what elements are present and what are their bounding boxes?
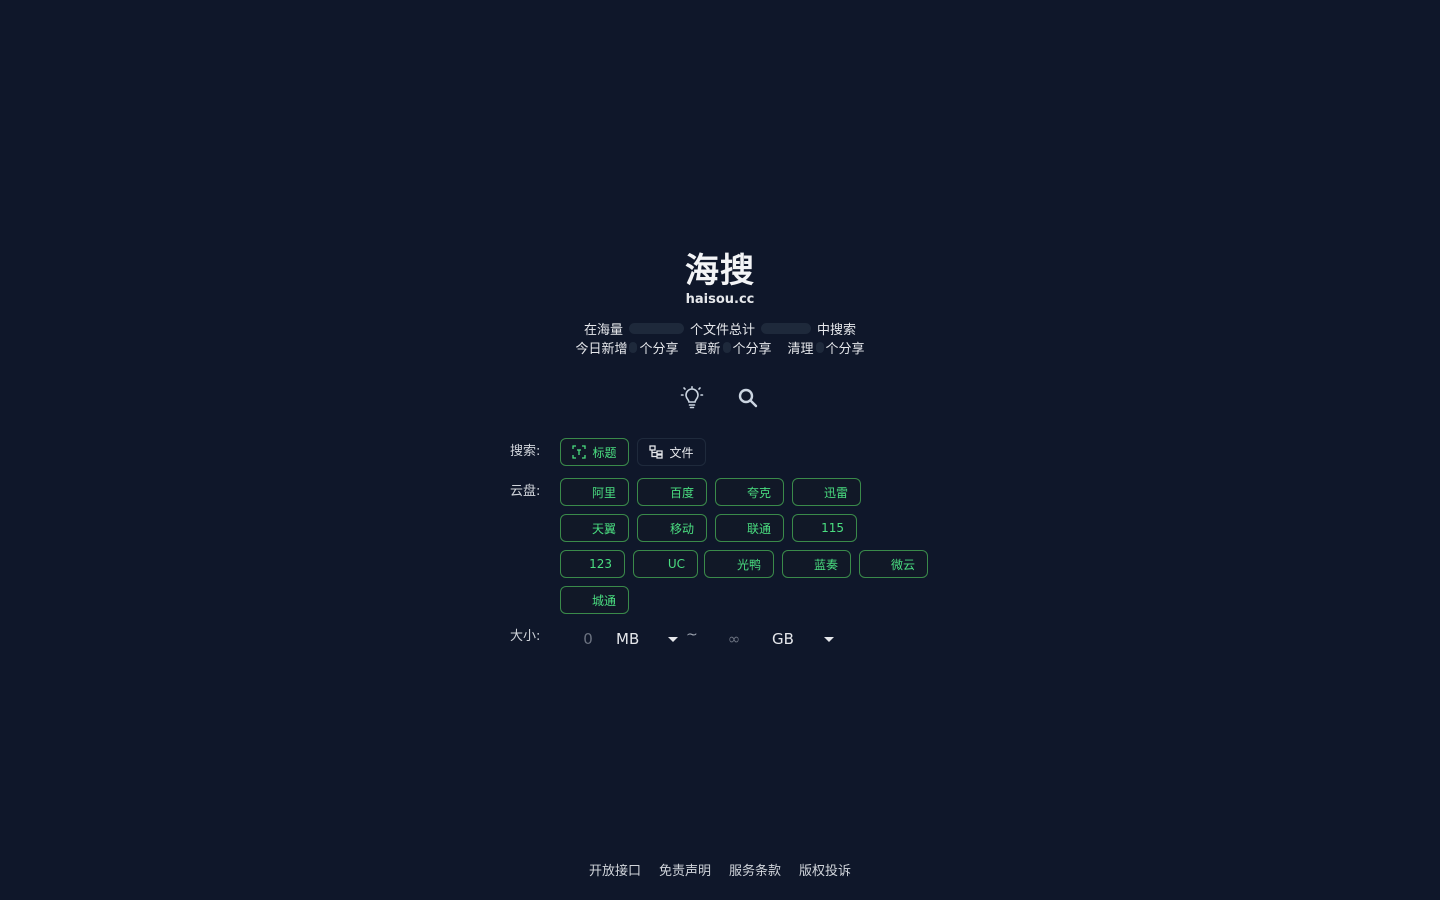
size-min-input[interactable]: 0 [560,630,616,648]
chevron-down-icon [668,636,678,642]
mode-file-button[interactable]: 文件 [637,438,706,466]
action-icons [0,386,1440,410]
stats-update-placeholder [722,342,731,353]
scan-title-icon [572,445,587,459]
stats-update-unit: 个分享 [732,342,772,357]
size-max-input[interactable]: ∞ [720,630,748,648]
page: 海搜 haisou.cc 在海量 个文件总计 中搜索 今日新增 个分享 更新 个… [0,0,1440,900]
size-max-unit-select[interactable]: GB [772,630,842,648]
cloud-label: 云盘: [510,484,541,499]
stats-clean-unit: 个分享 [825,342,865,357]
cloud-chip-lanzou[interactable]: 蓝奏 [782,550,851,578]
cloud-chip-115[interactable]: 115 [792,514,857,542]
cloud-chip-guangya[interactable]: 光鸭 [704,550,774,578]
cloud-chip-123[interactable]: 123 [560,550,625,578]
mode-file-label: 文件 [669,445,694,460]
size-min-unit-label: MB [616,630,640,648]
cloud-chip-xunlei[interactable]: 迅雷 [792,478,861,506]
mode-title-label: 标题 [592,445,617,460]
stats-size-placeholder [761,323,811,334]
footer-link-terms[interactable]: 服务条款 [729,860,781,879]
stats-today-placeholder [629,342,638,353]
cloud-chip-liantong[interactable]: 联通 [715,514,784,542]
site-title: 海搜 [685,251,755,291]
cloud-chip-group: 阿里 百度 夸克 迅雷 天翼 移动 联通 115 123 UC 光鸭 蓝奏 微云… [560,478,940,622]
mode-title-button[interactable]: 标题 [560,438,629,466]
stats-today-unit: 个分享 [639,342,679,357]
lightbulb-icon[interactable] [680,386,704,410]
footer-link-copyright[interactable]: 版权投诉 [799,860,851,879]
cloud-chip-yidong[interactable]: 移动 [637,514,707,542]
size-separator: ~ [686,627,698,643]
stats-middle: 个文件总计 [689,323,755,338]
size-label: 大小: [510,629,541,644]
stats-clean-placeholder [815,342,824,353]
chevron-down-icon [824,636,834,642]
footer: 开放接口 免责声明 服务条款 版权投诉 [0,860,1440,879]
filter-panel: 搜索: 标题 文件 云盘: 阿里 百度 夸克 迅雷 天翼 移动 联通 115 1… [510,438,950,648]
size-min-unit-select[interactable]: MB [616,630,686,648]
size-max-unit-label: GB [772,630,794,648]
size-controls: 0 MB ~ ∞ GB [560,627,842,648]
search-mode-row: 搜索: 标题 文件 [510,438,950,474]
size-row: 大小: 0 MB ~ ∞ GB [510,627,950,648]
stats-suffix: 中搜索 [817,323,857,338]
cloud-chip-weiyun[interactable]: 微云 [859,550,928,578]
search-mode-label: 搜索: [510,444,541,459]
search-icon[interactable] [736,386,760,410]
cloud-chip-aliyun[interactable]: 阿里 [560,478,629,506]
cloud-chip-baidu[interactable]: 百度 [637,478,707,506]
site-domain: haisou.cc [685,292,755,307]
file-tree-icon [649,445,664,459]
footer-link-disclaimer[interactable]: 免责声明 [659,860,711,879]
stats-line-total: 在海量 个文件总计 中搜索 [0,319,1440,338]
stats-panel: 在海量 个文件总计 中搜索 今日新增 个分享 更新 个分享 清理 个分享 [0,319,1440,357]
cloud-chip-chengtong[interactable]: 城通 [560,586,629,614]
stats-clean-label: 清理 [787,342,814,357]
cloud-chip-tianyi[interactable]: 天翼 [560,514,629,542]
stats-line-daily: 今日新增 个分享 更新 个分享 清理 个分享 [0,338,1440,357]
stats-count-placeholder [628,323,684,334]
cloud-row: 云盘: 阿里 百度 夸克 迅雷 天翼 移动 联通 115 123 UC 光鸭 蓝… [510,478,950,622]
cloud-chip-uc[interactable]: UC [633,550,698,578]
footer-link-api[interactable]: 开放接口 [589,860,641,879]
cloud-chip-quark[interactable]: 夸克 [715,478,784,506]
stats-update-label: 更新 [694,342,721,357]
stats-today-label: 今日新增 [575,342,628,357]
brand: 海搜 haisou.cc [0,250,1440,308]
stats-prefix: 在海量 [583,323,623,338]
